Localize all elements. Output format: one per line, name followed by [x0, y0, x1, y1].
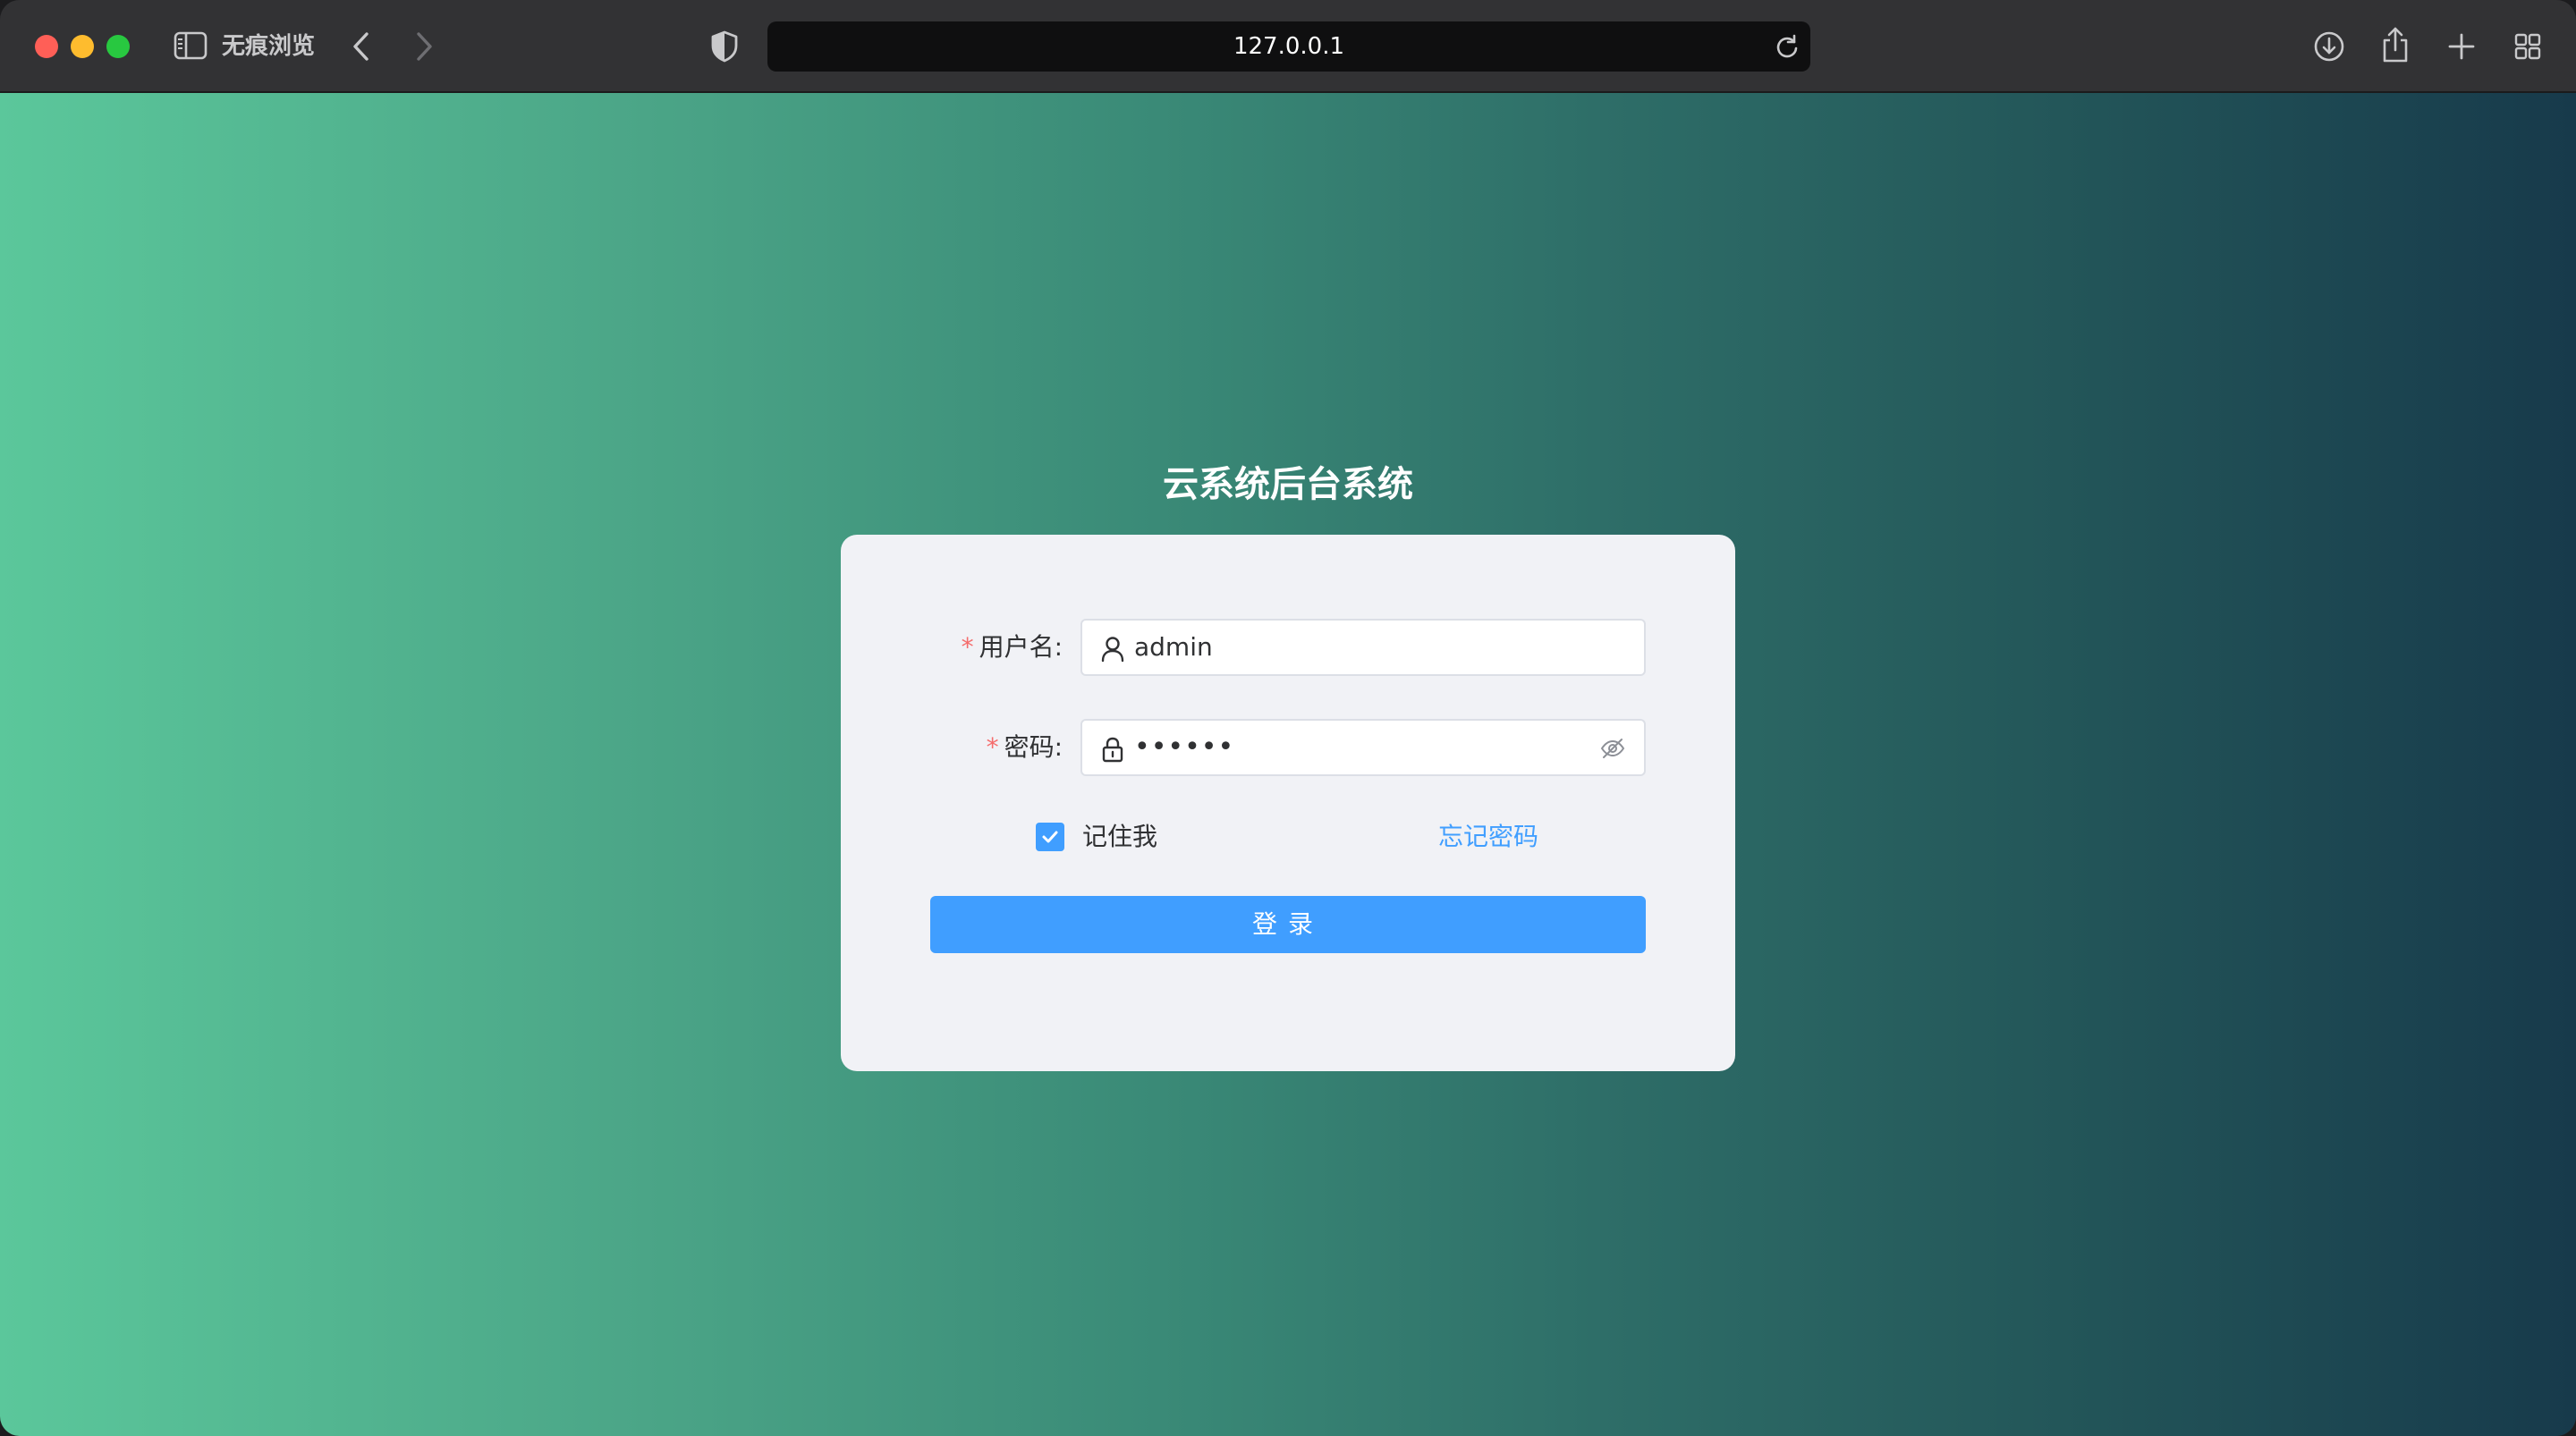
username-label-text: 用户名:	[979, 632, 1063, 662]
forgot-password-link[interactable]: 忘记密码	[1438, 819, 1538, 855]
browser-toolbar: 无痕浏览 127.0.0.1	[0, 0, 2576, 93]
required-mark: *	[961, 632, 974, 662]
user-icon	[1100, 636, 1125, 663]
forward-arrow-icon[interactable]	[408, 27, 440, 66]
password-value[interactable]: ••••••	[1134, 721, 1234, 774]
address-bar[interactable]: 127.0.0.1	[767, 21, 1810, 72]
sidebar-icon[interactable]	[172, 29, 209, 63]
zoom-window-button[interactable]	[106, 35, 130, 58]
lock-icon	[1100, 736, 1125, 763]
remember-checkbox[interactable]	[1036, 823, 1064, 851]
back-arrow-icon[interactable]	[345, 27, 377, 66]
page-viewport: 云系统后台系统 * 用户名: admin * 密码: •••••• 记住我 忘记…	[0, 93, 2576, 1436]
password-row: * 密码: ••••••	[841, 719, 1735, 776]
plus-icon[interactable]	[2444, 27, 2479, 66]
remember-me[interactable]: 记住我	[1036, 819, 1157, 855]
username-label: * 用户名:	[962, 619, 1063, 676]
close-window-button[interactable]	[35, 35, 58, 58]
minimize-window-button[interactable]	[71, 35, 94, 58]
required-mark: *	[986, 732, 999, 762]
remember-label[interactable]: 记住我	[1082, 819, 1157, 855]
incognito-label: 无痕浏览	[222, 33, 316, 60]
shield-icon[interactable]	[707, 27, 742, 66]
download-icon[interactable]	[2311, 27, 2347, 66]
username-value[interactable]: admin	[1134, 621, 1213, 674]
check-icon	[1042, 831, 1058, 843]
url-text[interactable]: 127.0.0.1	[767, 21, 1810, 72]
username-row: * 用户名: admin	[841, 619, 1735, 676]
password-label-text: 密码:	[1004, 732, 1063, 762]
login-card: * 用户名: admin * 密码: •••••• 记住我 忘记密码 登录	[841, 535, 1735, 1071]
eye-hidden-icon[interactable]	[1599, 735, 1626, 762]
login-button[interactable]: 登录	[930, 896, 1646, 953]
password-input[interactable]: ••••••	[1080, 719, 1646, 776]
password-label: * 密码:	[987, 719, 1063, 776]
page-title: 云系统后台系统	[1163, 464, 1413, 505]
reload-icon[interactable]	[1771, 30, 1803, 63]
share-icon[interactable]	[2377, 23, 2413, 66]
tab-overview-icon[interactable]	[2510, 27, 2546, 66]
username-input[interactable]: admin	[1080, 619, 1646, 676]
browser-window: 无痕浏览 127.0.0.1 云系统后台系统 * 用户名: admin * 密码…	[0, 0, 2576, 1436]
